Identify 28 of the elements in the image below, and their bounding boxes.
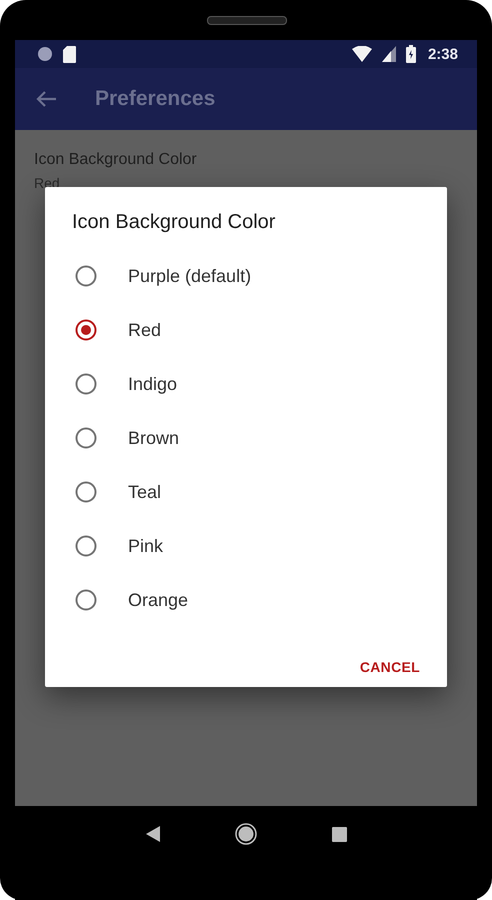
radio-option[interactable]: Red [45,303,447,357]
recents-square-icon[interactable] [332,826,346,842]
radio-button-icon[interactable] [75,427,97,449]
radio-option[interactable]: Indigo [45,357,447,411]
home-circle-icon[interactable] [234,823,256,845]
radio-button-icon[interactable] [75,481,97,503]
radio-option[interactable]: Teal [45,465,447,519]
dialog-title: Icon Background Color [72,210,276,235]
wifi-icon [352,46,372,62]
radio-button-checked-icon[interactable] [75,319,97,341]
sd-card-icon [63,46,76,62]
preference-title: Icon Background Color [34,150,198,170]
screen-title: Preferences [95,87,216,111]
radio-option[interactable]: Pink [45,519,447,573]
radio-option[interactable]: Orange [45,573,447,627]
radio-option[interactable]: Purple (default) [45,249,447,303]
radio-option[interactable]: Brown [45,411,447,465]
radio-button-icon[interactable] [75,373,97,395]
radio-button-icon[interactable] [75,589,97,611]
battery-icon [406,45,416,63]
radio-button-icon[interactable] [75,535,97,557]
radio-button-icon[interactable] [75,265,97,287]
clock-time: 2:38 [428,46,458,62]
notification-dot-icon [37,46,53,62]
back-arrow-icon[interactable] [35,90,57,108]
cancel-button[interactable]: CANCEL [354,651,425,683]
back-triangle-icon[interactable] [146,826,160,842]
signal-icon [382,46,396,62]
